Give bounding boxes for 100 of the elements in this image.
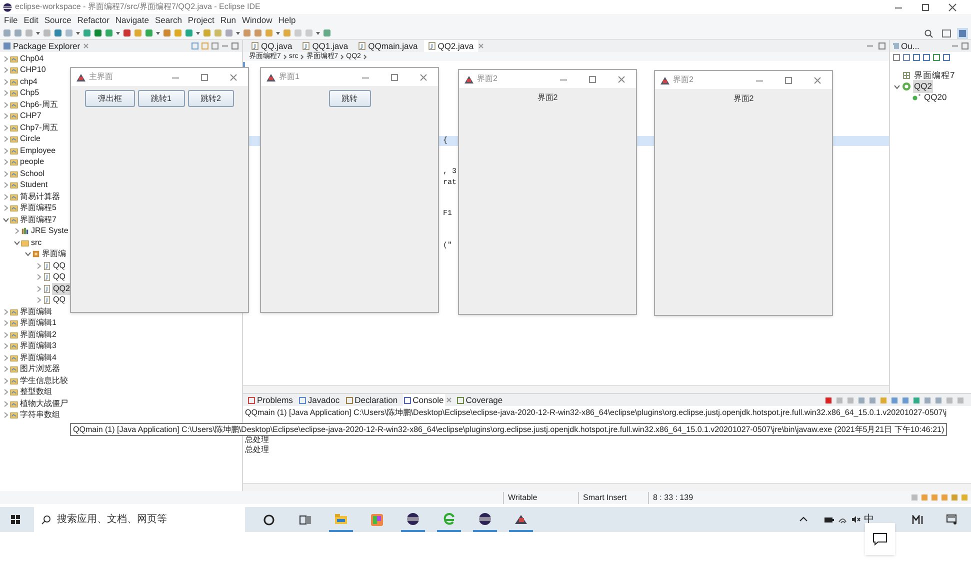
- tree-item[interactable]: School: [19, 168, 46, 180]
- panel-tab[interactable]: Coverage: [456, 394, 504, 406]
- chevron-right-icon[interactable]: [3, 194, 9, 200]
- dropdown-arrow-icon[interactable]: [156, 29, 160, 37]
- tree-item[interactable]: 界面编辑2: [19, 328, 58, 341]
- chevron-up-icon[interactable]: [799, 515, 808, 524]
- maximize-icon[interactable]: [200, 72, 209, 82]
- menu-item[interactable]: Navigate: [115, 14, 149, 27]
- chevron-right-icon[interactable]: [3, 124, 9, 131]
- menu-item[interactable]: Refactor: [77, 14, 110, 27]
- keyboard-layout-icon[interactable]: [912, 514, 924, 524]
- dropdown-arrow-icon[interactable]: [276, 29, 280, 37]
- chevron-right-icon[interactable]: [3, 78, 9, 85]
- maximize-icon[interactable]: [961, 42, 969, 50]
- tree-item[interactable]: chp4: [19, 76, 38, 88]
- tree-item[interactable]: CHP7: [19, 110, 42, 122]
- outline-item[interactable]: 界面编程7: [913, 69, 956, 82]
- chevron-right-icon[interactable]: [3, 90, 9, 96]
- chevron-right-icon[interactable]: [3, 136, 9, 142]
- tree-item[interactable]: 界面编辑3: [19, 340, 58, 352]
- search-icon[interactable]: [924, 28, 933, 38]
- menu-item[interactable]: Window: [242, 14, 272, 27]
- editor-tab[interactable]: QQ.java: [247, 40, 296, 52]
- chevron-right-icon[interactable]: [3, 159, 9, 166]
- chevron-right-icon[interactable]: [3, 56, 9, 62]
- maximize-icon[interactable]: [231, 42, 239, 50]
- chevron-right-icon[interactable]: [3, 113, 9, 120]
- window-button[interactable]: 弹出框: [85, 90, 136, 107]
- tree-item[interactable]: QQ: [52, 271, 66, 284]
- tree-item[interactable]: 植物大战僵尸: [19, 398, 69, 410]
- editor-tab[interactable]: QQ2.java: [424, 40, 478, 52]
- tree-item[interactable]: 字符串数组: [19, 409, 61, 422]
- tree-item[interactable]: 界面编: [41, 248, 67, 260]
- chevron-right-icon[interactable]: [3, 308, 9, 315]
- menu-item[interactable]: Help: [278, 14, 296, 27]
- dropdown-arrow-icon[interactable]: [236, 29, 240, 37]
- tree-item[interactable]: Student: [19, 179, 49, 192]
- tree-item[interactable]: people: [19, 156, 46, 168]
- close-icon[interactable]: [229, 72, 238, 82]
- maximize-icon[interactable]: [588, 74, 597, 84]
- tree-item[interactable]: src: [30, 236, 43, 249]
- menu-item[interactable]: Source: [44, 14, 72, 27]
- search-field[interactable]: 搜索应用、文档、网页等: [34, 507, 245, 532]
- chevron-right-icon[interactable]: [3, 67, 9, 74]
- menu-item[interactable]: Run: [220, 14, 236, 27]
- input-method-indicator[interactable]: 中: [864, 512, 874, 527]
- chevron-right-icon[interactable]: [36, 262, 42, 269]
- tree-item[interactable]: 界面编辑: [19, 306, 53, 318]
- battery-icon[interactable]: [824, 516, 834, 524]
- tree-item[interactable]: Chp5: [19, 87, 40, 100]
- tree-item[interactable]: 图片浏览器: [19, 363, 61, 376]
- menu-item[interactable]: File: [4, 14, 18, 27]
- chevron-right-icon[interactable]: [3, 354, 9, 361]
- dropdown-arrow-icon[interactable]: [196, 29, 200, 37]
- panel-tab[interactable]: Declaration: [344, 394, 399, 406]
- dropdown-arrow-icon[interactable]: [116, 29, 120, 37]
- chat-bubble-icon[interactable]: [872, 532, 888, 546]
- editor-tab[interactable]: QQmain.java: [354, 40, 422, 52]
- close-icon[interactable]: [813, 76, 822, 84]
- tree-item[interactable]: Chp04: [19, 52, 45, 65]
- chevron-right-icon[interactable]: [3, 320, 9, 326]
- menu-item[interactable]: Search: [154, 14, 182, 27]
- menu-item[interactable]: Project: [188, 14, 214, 27]
- window-button[interactable]: 跳转1: [138, 90, 184, 107]
- tree-item[interactable]: JRE Syste: [30, 225, 70, 238]
- chevron-right-icon[interactable]: [3, 332, 9, 338]
- close-icon[interactable]: [419, 72, 428, 82]
- chevron-right-icon[interactable]: [3, 400, 9, 407]
- chevron-right-icon[interactable]: [3, 389, 9, 396]
- java-perspective-icon[interactable]: [957, 28, 968, 38]
- outline-item[interactable]: QQ20: [923, 91, 948, 104]
- tree-item[interactable]: 界面编程5: [19, 202, 58, 214]
- outline-item[interactable]: QQ2: [913, 80, 933, 93]
- chevron-right-icon[interactable]: [3, 170, 9, 177]
- close-icon[interactable]: [617, 74, 626, 84]
- chevron-right-icon[interactable]: [3, 102, 9, 108]
- menu-item[interactable]: Edit: [24, 14, 38, 27]
- windows-start-icon[interactable]: [11, 515, 20, 524]
- tree-item[interactable]: 简易计算器: [19, 190, 61, 203]
- chevron-right-icon[interactable]: [3, 148, 9, 154]
- tree-item[interactable]: Chp7-周五: [19, 122, 59, 134]
- tree-item[interactable]: QQ: [52, 260, 66, 272]
- panel-tab[interactable]: Console: [402, 394, 445, 406]
- editor-tab[interactable]: QQ1.java: [298, 40, 352, 52]
- chevron-down-icon[interactable]: [894, 84, 900, 90]
- tree-item[interactable]: 界面编程7: [19, 214, 58, 226]
- chevron-right-icon[interactable]: [36, 274, 42, 280]
- chevron-right-icon[interactable]: [3, 378, 9, 384]
- panel-tab[interactable]: Problems: [247, 394, 294, 406]
- chevron-right-icon[interactable]: [3, 182, 9, 188]
- maximize-icon[interactable]: [878, 42, 886, 50]
- tree-item[interactable]: CHP10: [19, 64, 47, 76]
- tree-item[interactable]: 学生信息比较: [19, 374, 69, 387]
- close-icon[interactable]: [948, 2, 957, 12]
- chevron-right-icon[interactable]: [36, 286, 42, 292]
- panel-tab[interactable]: Javadoc: [298, 394, 341, 406]
- perspective-icon[interactable]: [942, 28, 951, 38]
- action-center-icon[interactable]: [946, 514, 957, 525]
- chevron-right-icon[interactable]: [36, 297, 42, 304]
- tree-item[interactable]: Circle: [19, 133, 42, 146]
